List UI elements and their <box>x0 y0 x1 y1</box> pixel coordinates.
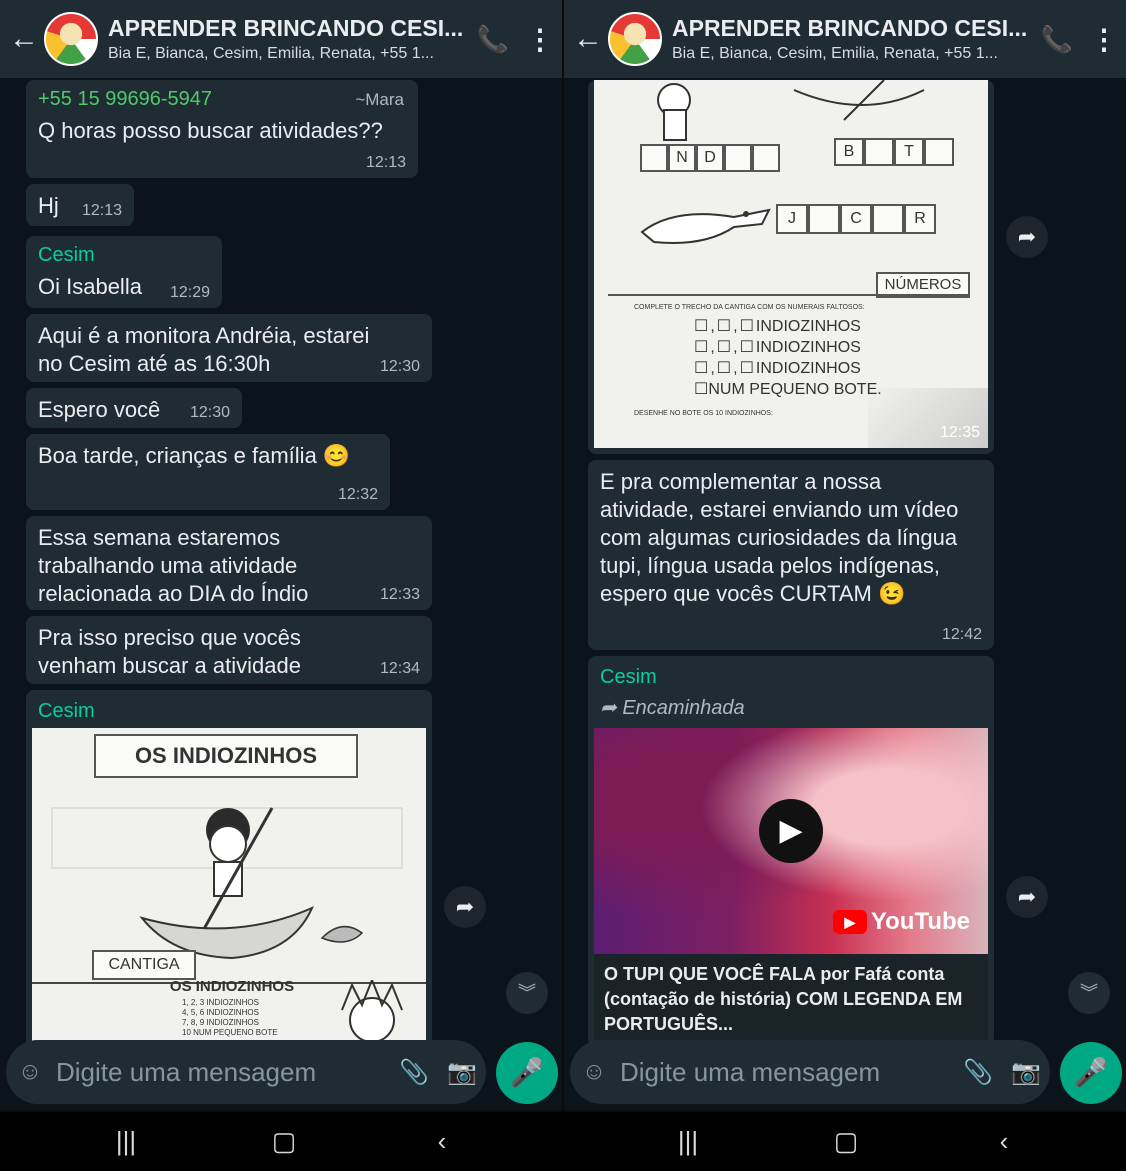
youtube-logo: ▶ YouTube <box>832 908 970 936</box>
back-nav-icon[interactable]: ‹ <box>984 1126 1024 1157</box>
group-avatar[interactable] <box>608 12 662 66</box>
play-icon[interactable]: ▶ <box>759 799 823 863</box>
image-message-bubble[interactable]: Cesim OS INDIOZINHOS CANTIGA OS INDIOZIN… <box>26 690 432 1050</box>
add-call-icon[interactable]: 📞 <box>1032 24 1082 55</box>
message-bubble[interactable]: Aqui é a monitora Andréia, estarei no Ce… <box>26 314 432 382</box>
message-time: 12:30 <box>379 358 420 375</box>
word-boxes-c: J C R <box>776 204 936 234</box>
more-options-icon[interactable]: ⋮ <box>518 23 562 56</box>
group-avatar[interactable] <box>44 12 98 66</box>
message-bubble[interactable]: Pra isso preciso que vocês venham buscar… <box>26 616 432 684</box>
message-time: 12:29 <box>169 284 210 301</box>
camera-icon[interactable]: 📷 <box>438 1058 486 1087</box>
message-text: Pra isso preciso que vocês venham buscar… <box>38 625 301 678</box>
message-input[interactable] <box>618 1055 954 1089</box>
message-time: 12:13 <box>81 202 122 219</box>
chat-panel-left: ← APRENDER BRINCANDO CESI... Bia E, Bian… <box>0 0 562 1110</box>
emoji-icon[interactable]: ☺ <box>6 1058 54 1086</box>
chat-header[interactable]: ← APRENDER BRINCANDO CESI... Bia E, Bian… <box>0 0 562 78</box>
forward-button[interactable]: ➦ <box>444 886 486 928</box>
message-bubble[interactable]: Hj 12:13 <box>26 184 134 226</box>
back-nav-icon[interactable]: ‹ <box>422 1126 462 1157</box>
group-title: APRENDER BRINCANDO CESI... <box>672 15 1028 41</box>
song-title: OS INDIOZINHOS <box>169 978 295 995</box>
video-thumbnail[interactable]: ▶ ▶ YouTube <box>594 728 988 954</box>
attach-icon[interactable]: 📎 <box>390 1058 438 1087</box>
draw-instruction: DESENHE NO BOTE OS 10 INDIOZINHOS: <box>634 410 773 417</box>
message-bubble[interactable]: Cesim Oi Isabella 12:29 <box>26 236 222 308</box>
message-sender[interactable]: +55 15 99696-5947 <box>38 88 406 111</box>
message-sender[interactable]: Cesim <box>32 696 426 723</box>
message-time: 12:30 <box>189 404 230 421</box>
back-arrow-icon[interactable]: ← <box>4 22 44 56</box>
recent-apps-icon[interactable]: ||| <box>106 1126 146 1157</box>
chat-panel-right: ← APRENDER BRINCANDO CESI... Bia E, Bian… <box>564 0 1126 1110</box>
attach-icon[interactable]: 📎 <box>954 1058 1002 1087</box>
message-bubble[interactable]: E pra complementar a nossa atividade, es… <box>588 460 994 650</box>
scroll-down-button[interactable]: ︾ <box>506 972 548 1014</box>
group-members: Bia E, Bianca, Cesim, Emilia, Renata, +5… <box>672 45 998 62</box>
song-fill-lines: ☐,☐,☐INDIOZINHOS ☐,☐,☐INDIOZINHOS ☐,☐,☐I… <box>694 318 882 398</box>
message-composer: ☺ 📎 📷 <box>6 1040 486 1104</box>
message-time: 12:35 <box>939 424 980 441</box>
message-text: Q horas posso buscar atividades?? <box>38 118 383 143</box>
section-label: CANTIGA <box>92 950 196 980</box>
worksheet-title: OS INDIOZINHOS <box>134 743 318 768</box>
message-input[interactable] <box>54 1055 390 1089</box>
mic-button[interactable]: 🎤 <box>1060 1042 1122 1104</box>
message-bubble[interactable]: +55 15 99696-5947 ~Mara Q horas posso bu… <box>26 80 418 178</box>
message-time: 12:13 <box>365 154 406 171</box>
chat-header[interactable]: ← APRENDER BRINCANDO CESI... Bia E, Bian… <box>564 0 1126 78</box>
video-message-bubble[interactable]: Cesim ➦ Encaminhada ▶ ▶ YouTube O TUPI Q… <box>588 656 994 1046</box>
forward-arrow-icon: ➦ <box>600 697 617 719</box>
message-bubble[interactable]: Espero você 12:30 <box>26 388 242 428</box>
home-icon[interactable]: ▢ <box>826 1126 866 1157</box>
message-bubble[interactable]: Boa tarde, crianças e família 😊 12:32 <box>26 434 390 510</box>
message-bubble[interactable]: Essa semana estaremos trabalhando uma at… <box>26 516 432 610</box>
message-text: Aqui é a monitora Andréia, estarei no Ce… <box>38 323 370 376</box>
word-boxes-b: B T <box>834 138 954 166</box>
add-call-icon[interactable]: 📞 <box>468 24 518 55</box>
scroll-down-button[interactable]: ︾ <box>1068 972 1110 1014</box>
message-text: Essa semana estaremos trabalhando uma at… <box>38 525 309 606</box>
alligator-illustration <box>640 208 771 244</box>
worksheet-image[interactable]: N D B T J C R NÚMEROS COMPLETE O TRECHO … <box>594 80 988 448</box>
emoji-icon[interactable]: ☺ <box>570 1058 618 1086</box>
message-sender[interactable]: Cesim <box>38 244 210 267</box>
sender-alias: ~Mara <box>355 90 404 109</box>
youtube-play-icon: ▶ <box>832 910 867 934</box>
mic-button[interactable]: 🎤 <box>496 1042 558 1104</box>
forward-button[interactable]: ➦ <box>1006 216 1048 258</box>
message-time: 12:33 <box>379 586 420 603</box>
group-title: APRENDER BRINCANDO CESI... <box>108 15 464 41</box>
message-text: E pra complementar a nossa atividade, es… <box>600 469 959 606</box>
system-nav-bar: ||| ▢ ‹ ||| ▢ ‹ <box>0 1112 1126 1171</box>
forwarded-label: ➦ Encaminhada <box>600 697 745 719</box>
image-message-bubble[interactable]: N D B T J C R NÚMEROS COMPLETE O TRECHO … <box>588 80 994 454</box>
indigenous-child-illustration <box>341 980 403 1043</box>
worksheet-instruction: COMPLETE O TRECHO DA CANTIGA COM OS NUME… <box>634 304 865 311</box>
song-lines: 1, 2, 3 INDIOZINHOS 4, 5, 6 INDIOZINHOS … <box>182 998 278 1037</box>
home-icon[interactable]: ▢ <box>264 1126 304 1157</box>
video-title[interactable]: O TUPI QUE VOCÊ FALA por Fafá conta (con… <box>594 954 988 1040</box>
message-time: 12:32 <box>337 486 378 503</box>
chat-header-info[interactable]: APRENDER BRINCANDO CESI... Bia E, Bianca… <box>672 15 1032 63</box>
more-options-icon[interactable]: ⋮ <box>1082 23 1126 56</box>
message-sender[interactable]: Cesim <box>594 662 988 689</box>
recent-apps-icon[interactable]: ||| <box>668 1126 708 1157</box>
message-time: 12:42 <box>941 626 982 643</box>
message-composer: ☺ 📎 📷 <box>570 1040 1050 1104</box>
word-boxes-a: N D <box>640 144 780 172</box>
camera-icon[interactable]: 📷 <box>1002 1058 1050 1087</box>
chat-header-info[interactable]: APRENDER BRINCANDO CESI... Bia E, Bianca… <box>108 15 468 63</box>
worksheet-image[interactable]: OS INDIOZINHOS CANTIGA OS INDIOZINHOS 1,… <box>32 728 426 1048</box>
message-time: 12:34 <box>379 660 420 677</box>
section-divider <box>608 294 968 296</box>
group-members: Bia E, Bianca, Cesim, Emilia, Renata, +5… <box>108 45 434 62</box>
forward-button[interactable]: ➦ <box>1006 876 1048 918</box>
back-arrow-icon[interactable]: ← <box>568 22 608 56</box>
message-text: Boa tarde, crianças e família 😊 <box>38 443 351 468</box>
